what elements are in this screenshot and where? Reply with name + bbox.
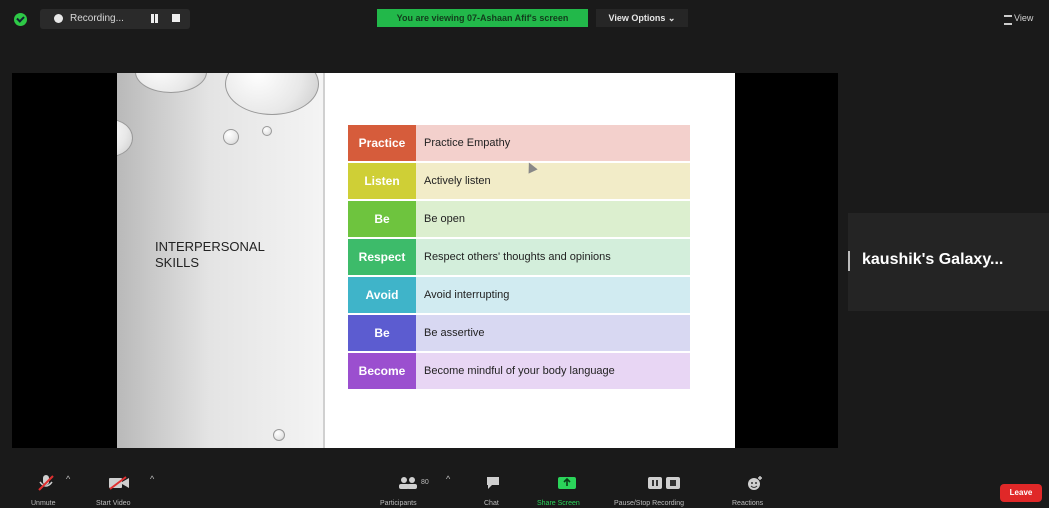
skill-row: Become Become mindful of your body langua… xyxy=(348,353,690,389)
participant-video-tile[interactable]: kaushik's Galaxy... xyxy=(848,213,1049,311)
recording-dot-icon xyxy=(54,14,63,23)
share-screen-icon[interactable] xyxy=(557,476,577,490)
skill-keyword: Be xyxy=(348,201,416,237)
unmute-button[interactable]: Unmute xyxy=(31,500,56,507)
participants-button[interactable]: Participants xyxy=(380,500,417,507)
participant-count: 80 xyxy=(421,479,429,486)
view-options-button[interactable]: View Options ⌄ xyxy=(596,9,688,27)
slide-divider xyxy=(323,73,325,448)
skill-description: Avoid interrupting xyxy=(416,277,690,313)
skill-row: Be Be open xyxy=(348,201,690,237)
participants-icon[interactable] xyxy=(397,476,419,490)
view-button[interactable]: View xyxy=(1014,13,1033,23)
stop-recording-icon[interactable] xyxy=(172,14,180,22)
share-screen-button[interactable]: Share Screen xyxy=(537,500,580,507)
chat-icon[interactable] xyxy=(485,476,501,490)
water-drop xyxy=(273,429,285,441)
reactions-icon[interactable] xyxy=(747,475,763,491)
skill-description: Be open xyxy=(416,201,690,237)
skill-row: Be Be assertive xyxy=(348,315,690,351)
viewing-screen-banner: You are viewing 07-Ashaan Afif's screen xyxy=(377,9,588,27)
water-drop xyxy=(223,129,239,145)
participants-chevron-icon[interactable]: ^ xyxy=(446,474,450,484)
skill-keyword: Listen xyxy=(348,163,416,199)
participant-name: kaushik's Galaxy... xyxy=(862,251,1004,268)
skill-keyword: Be xyxy=(348,315,416,351)
skill-keyword: Avoid xyxy=(348,277,416,313)
leave-button[interactable]: Leave xyxy=(1000,484,1042,502)
skill-row: Listen Actively listen xyxy=(348,163,690,199)
water-drop xyxy=(135,73,207,93)
tile-divider xyxy=(848,251,850,271)
pause-recording-icon[interactable] xyxy=(150,14,159,23)
chat-button[interactable]: Chat xyxy=(484,500,499,507)
recording-label: Recording... xyxy=(70,13,124,24)
skill-row: Practice Practice Empathy xyxy=(348,125,690,161)
skill-keyword: Respect xyxy=(348,239,416,275)
view-grid-icon xyxy=(1004,15,1012,25)
water-drop xyxy=(262,126,272,136)
pause-stop-recording-icon[interactable] xyxy=(647,476,683,490)
skill-description: Respect others' thoughts and opinions xyxy=(416,239,690,275)
skill-row: Avoid Avoid interrupting xyxy=(348,277,690,313)
start-video-button[interactable]: Start Video xyxy=(96,500,131,507)
skill-description: Be assertive xyxy=(416,315,690,351)
skill-description: Become mindful of your body language xyxy=(416,353,690,389)
slide-title: INTERPERSONAL SKILLS xyxy=(155,239,265,270)
microphone-muted-icon[interactable] xyxy=(36,474,56,492)
water-drop xyxy=(117,119,133,157)
skill-keyword: Become xyxy=(348,353,416,389)
video-options-chevron-icon[interactable]: ^ xyxy=(150,474,154,484)
slide-left-panel: INTERPERSONAL SKILLS xyxy=(117,73,323,448)
skill-description: Practice Empathy xyxy=(416,125,690,161)
water-drop xyxy=(225,73,319,115)
security-shield-icon[interactable] xyxy=(14,13,27,26)
shared-slide: INTERPERSONAL SKILLS Practice Practice Em… xyxy=(117,73,735,448)
skill-keyword: Practice xyxy=(348,125,416,161)
video-off-icon[interactable] xyxy=(108,476,130,490)
skill-description: Actively listen xyxy=(416,163,690,199)
reactions-button[interactable]: Reactions xyxy=(732,500,763,507)
skill-row: Respect Respect others' thoughts and opin… xyxy=(348,239,690,275)
audio-options-chevron-icon[interactable]: ^ xyxy=(66,474,70,484)
pause-stop-recording-button[interactable]: Pause/Stop Recording xyxy=(614,500,684,507)
